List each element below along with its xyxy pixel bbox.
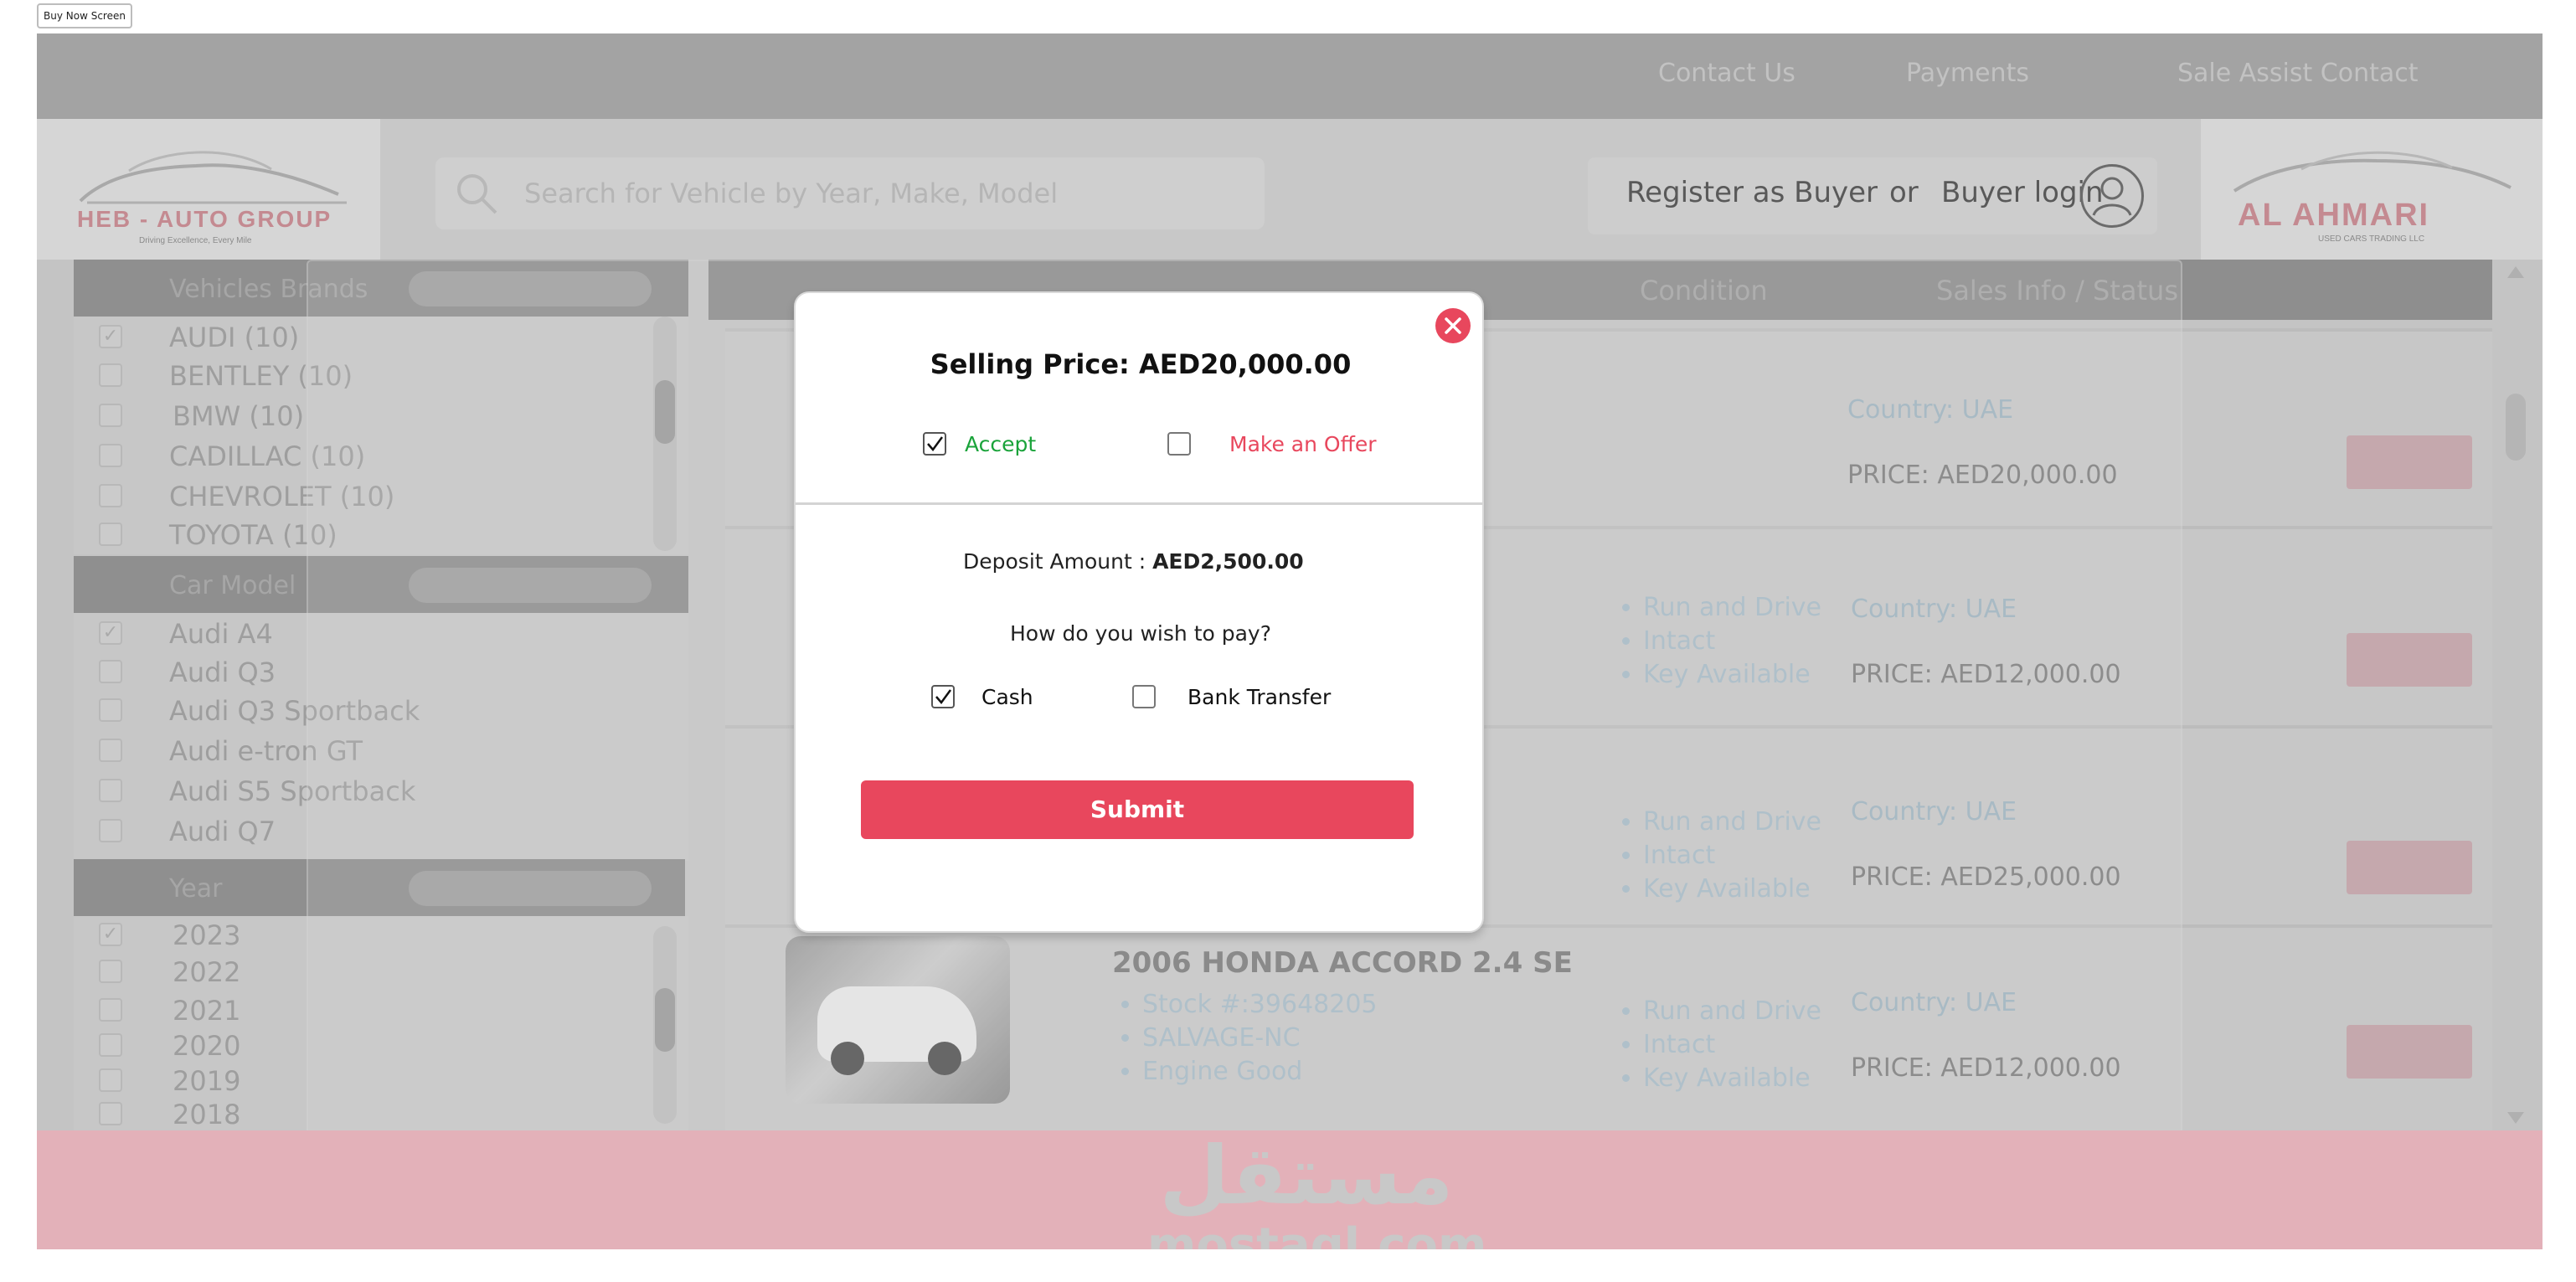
- deposit-amount: Deposit Amount : AED2,500.00: [963, 549, 1304, 574]
- brand-tagline-right: USED CARS TRADING LLC: [2318, 234, 2425, 244]
- checkbox[interactable]: [99, 960, 122, 983]
- frame-label: Buy Now Screen: [37, 3, 132, 28]
- checkbox[interactable]: [99, 1102, 122, 1125]
- page-scrollbar[interactable]: [2502, 260, 2529, 1130]
- brand-name-right: AL AHMARI: [2238, 198, 2430, 233]
- buy-now-modal: Selling Price: AED20,000.00 Accept Make …: [794, 291, 1484, 933]
- deposit-label: Deposit Amount :: [963, 549, 1153, 574]
- or-text: or: [1889, 176, 1919, 209]
- year-filter-title: Year: [169, 874, 223, 904]
- cash-checkbox[interactable]: [931, 685, 955, 708]
- checkbox[interactable]: ✓: [99, 325, 122, 348]
- checkbox[interactable]: [99, 1033, 122, 1057]
- checkbox[interactable]: [99, 739, 122, 762]
- checkbox[interactable]: [99, 779, 122, 802]
- checkbox[interactable]: [99, 1068, 122, 1092]
- brand-logo-right[interactable]: AL AHMARI USED CARS TRADING LLC: [2201, 119, 2543, 260]
- submit-button[interactable]: Submit: [861, 780, 1414, 839]
- buy-now-button[interactable]: [2347, 841, 2472, 894]
- close-icon: [1445, 317, 1461, 334]
- accept-checkbox[interactable]: [923, 432, 946, 456]
- vehicle-search[interactable]: Search for Vehicle by Year, Make, Model: [435, 157, 1265, 229]
- nav-contact-us[interactable]: Contact Us: [1658, 59, 1795, 88]
- checkbox[interactable]: [99, 819, 122, 842]
- top-nav-bar: Contact Us Payments Sale Assist Contact: [37, 33, 2543, 119]
- checkbox[interactable]: [99, 484, 122, 507]
- buy-now-button[interactable]: [2347, 435, 2472, 489]
- buyer-login-link[interactable]: Buyer login: [1941, 176, 2104, 209]
- close-modal-button[interactable]: [1435, 308, 1471, 343]
- search-input[interactable]: Search for Vehicle by Year, Make, Model: [524, 178, 1058, 209]
- buy-now-button[interactable]: [2347, 633, 2472, 687]
- checkbox[interactable]: ✓: [99, 621, 122, 645]
- checkmark-icon: [935, 689, 951, 705]
- payment-question: How do you wish to pay?: [1010, 621, 1271, 646]
- modal-divider: [796, 502, 1482, 505]
- buyer-account-area: Register as Buyer or Buyer login: [1588, 157, 2157, 234]
- checkbox[interactable]: ✓: [99, 923, 122, 946]
- accept-label[interactable]: Accept: [965, 432, 1036, 456]
- brand-tagline-left: Driving Excellence, Every Mile: [139, 236, 252, 245]
- brand-name-left: HEB - AUTO GROUP: [77, 206, 332, 232]
- checkmark-icon: [927, 436, 943, 452]
- user-avatar-icon[interactable]: [2080, 164, 2144, 228]
- header: HEB - AUTO GROUP Driving Excellence, Eve…: [37, 119, 2543, 260]
- model-filter-title: Car Model: [169, 571, 296, 600]
- register-buyer-link[interactable]: Register as Buyer: [1626, 176, 1878, 209]
- brand-logo-left[interactable]: HEB - AUTO GROUP Driving Excellence, Eve…: [37, 119, 380, 260]
- checkbox[interactable]: [99, 998, 122, 1022]
- deposit-value: AED2,500.00: [1152, 549, 1304, 574]
- make-offer-label[interactable]: Make an Offer: [1229, 432, 1376, 456]
- buy-now-button[interactable]: [2347, 1025, 2472, 1079]
- nav-payments[interactable]: Payments: [1906, 59, 2029, 88]
- checkbox[interactable]: [99, 660, 122, 683]
- checkbox[interactable]: [99, 404, 122, 427]
- search-icon: [457, 174, 497, 214]
- nav-sale-assist-contact[interactable]: Sale Assist Contact: [2177, 59, 2419, 88]
- watermark: مستقل mostaql.com: [1147, 1129, 1487, 1249]
- make-offer-checkbox[interactable]: [1167, 432, 1191, 456]
- checkbox[interactable]: [99, 363, 122, 387]
- selling-price-title: Selling Price: AED20,000.00: [930, 348, 1352, 380]
- bank-transfer-label[interactable]: Bank Transfer: [1188, 685, 1331, 709]
- checkbox[interactable]: [99, 698, 122, 722]
- checkbox[interactable]: [99, 523, 122, 546]
- checkbox[interactable]: [99, 444, 122, 467]
- bank-transfer-checkbox[interactable]: [1132, 685, 1156, 708]
- page: Contact Us Payments Sale Assist Contact …: [37, 33, 2543, 1249]
- cash-label[interactable]: Cash: [981, 685, 1033, 709]
